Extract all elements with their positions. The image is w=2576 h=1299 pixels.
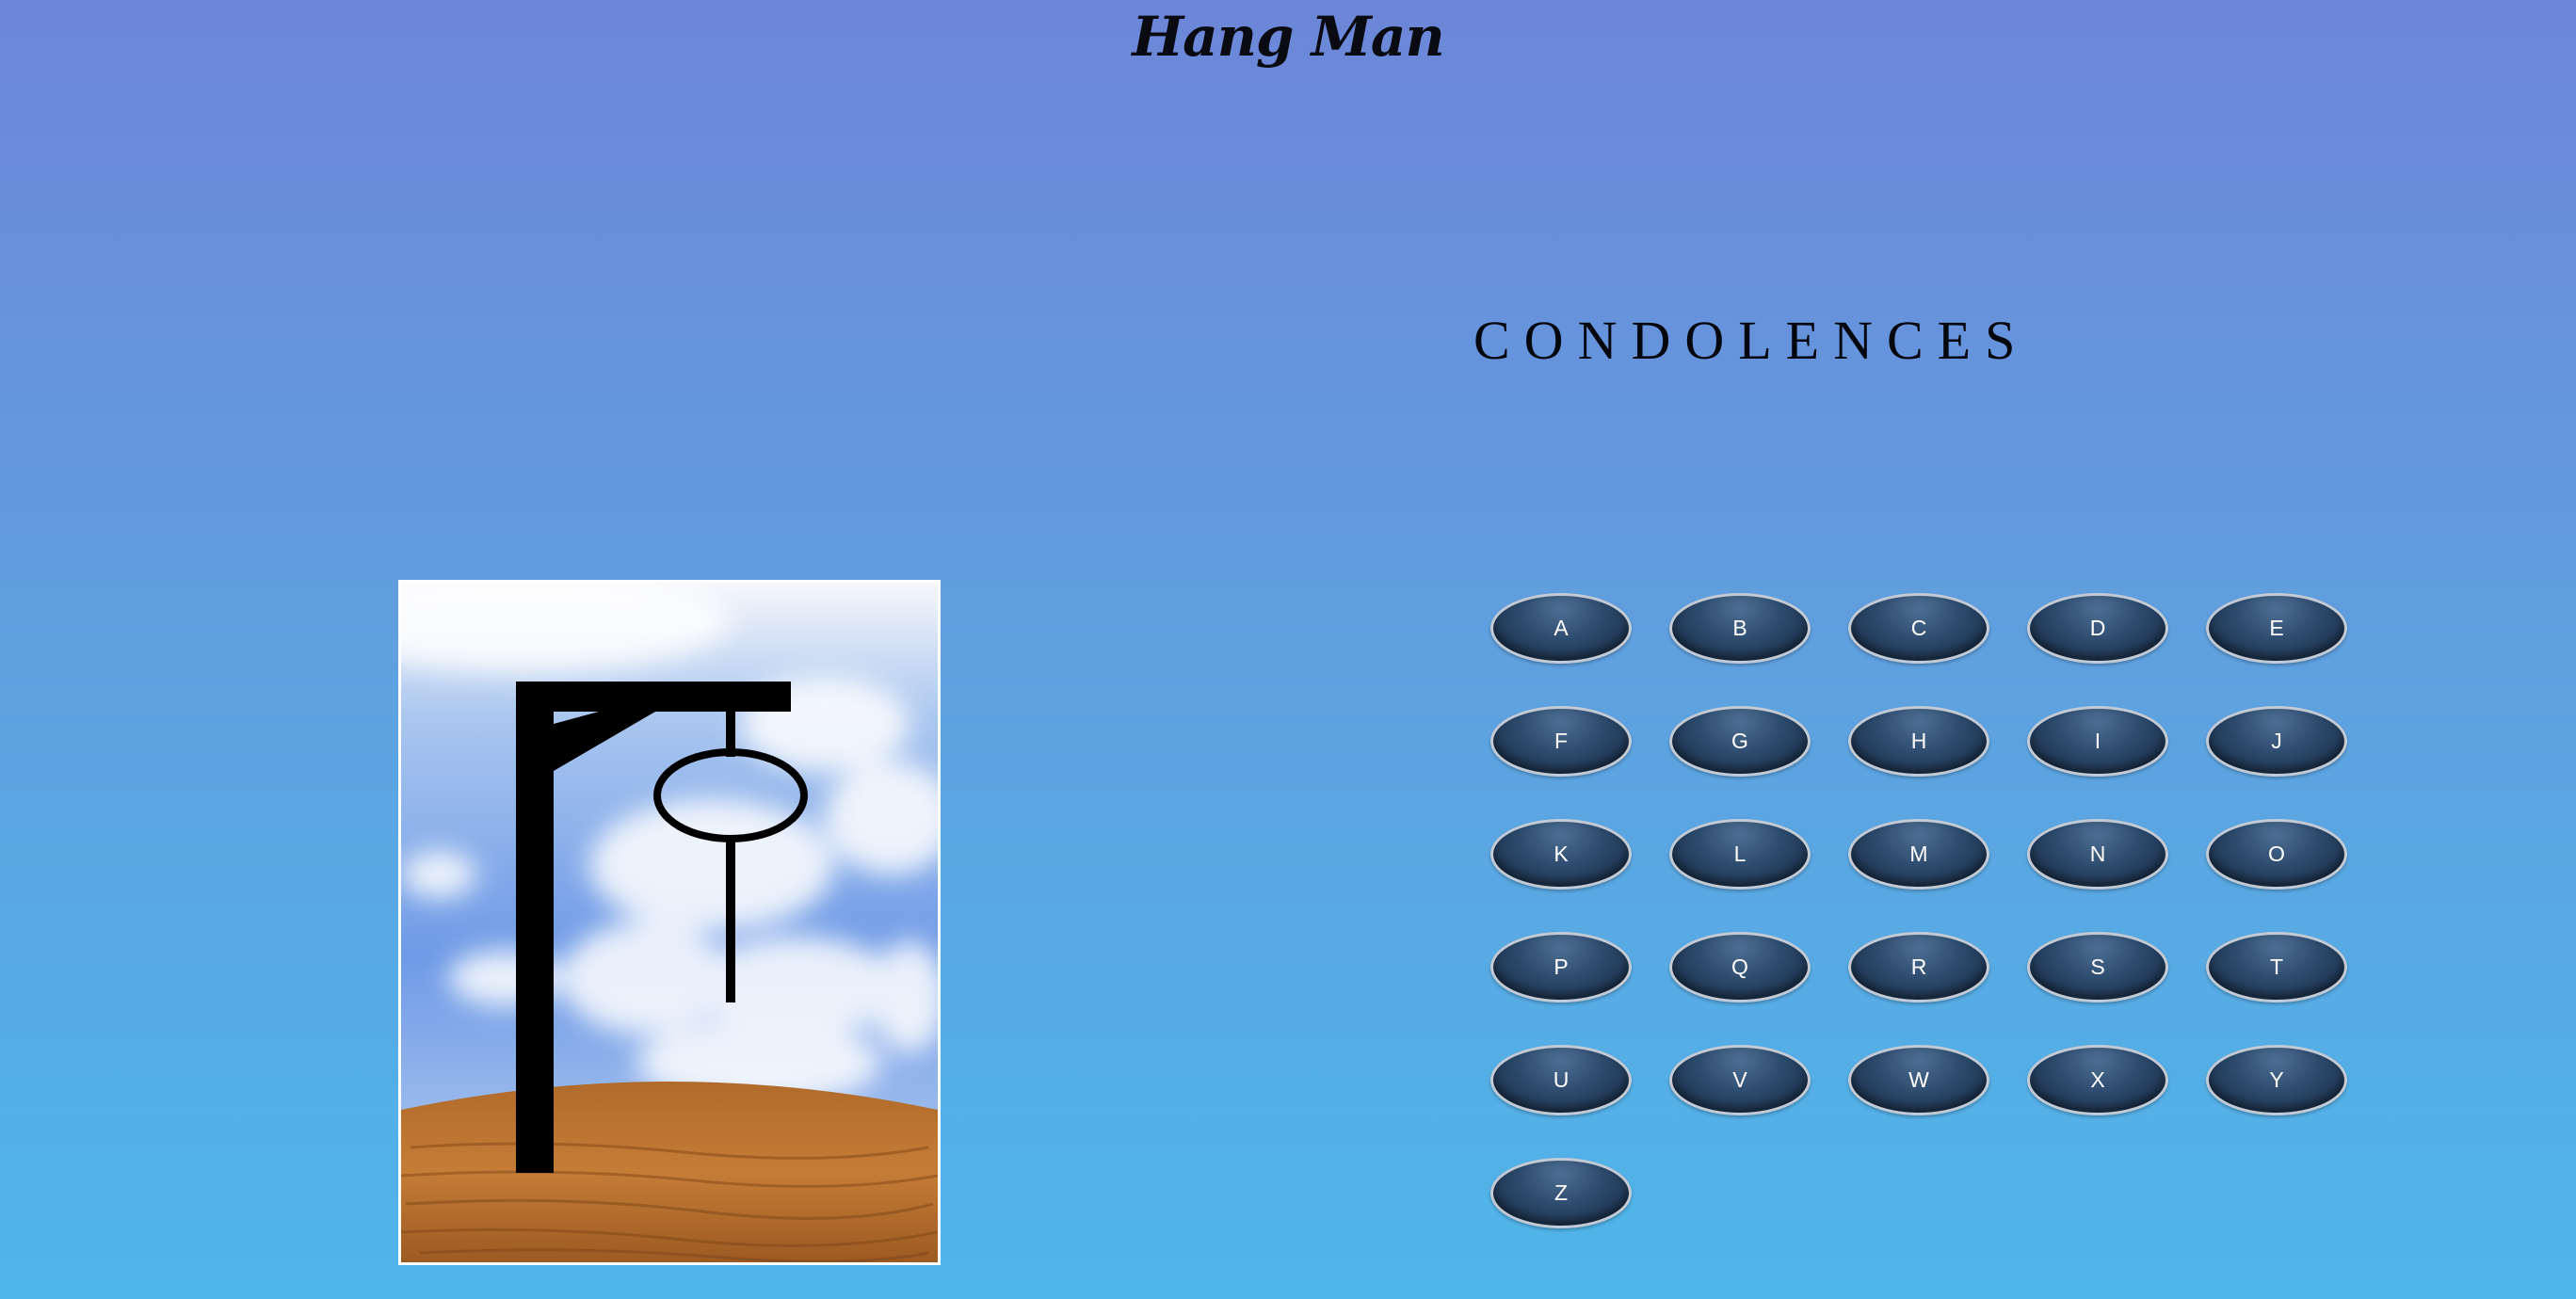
letter-key-b[interactable]: B xyxy=(1669,593,1811,664)
letter-key-n[interactable]: N xyxy=(2027,819,2168,890)
letter-key-g[interactable]: G xyxy=(1669,706,1811,777)
letter-key-s[interactable]: S xyxy=(2027,932,2168,1002)
letter-key-r[interactable]: R xyxy=(1848,932,1989,1002)
letter-key-j[interactable]: J xyxy=(2206,706,2347,777)
letter-key-m[interactable]: M xyxy=(1848,819,1989,890)
letter-keyboard: A B C D E F G H I J K L M N O P Q R S T … xyxy=(1490,593,2347,1228)
letter-key-l[interactable]: L xyxy=(1669,819,1811,890)
letter-key-k[interactable]: K xyxy=(1490,819,1632,890)
letter-key-o[interactable]: O xyxy=(2206,819,2347,890)
letter-key-i[interactable]: I xyxy=(2027,706,2168,777)
letter-key-d[interactable]: D xyxy=(2027,593,2168,664)
letter-key-e[interactable]: E xyxy=(2206,593,2347,664)
letter-key-c[interactable]: C xyxy=(1848,593,1989,664)
letter-key-p[interactable]: P xyxy=(1490,932,1632,1002)
gallows-icon xyxy=(401,583,938,1262)
game-title: Hang Man xyxy=(1132,5,1444,69)
letter-key-q[interactable]: Q xyxy=(1669,932,1811,1002)
letter-key-y[interactable]: Y xyxy=(2206,1045,2347,1115)
letter-key-a[interactable]: A xyxy=(1490,593,1632,664)
letter-key-u[interactable]: U xyxy=(1490,1045,1632,1115)
letter-key-w[interactable]: W xyxy=(1848,1045,1989,1115)
letter-key-z[interactable]: Z xyxy=(1490,1158,1632,1228)
letter-key-t[interactable]: T xyxy=(2206,932,2347,1002)
status-message: CONDOLENCES xyxy=(1473,310,2030,371)
letter-key-h[interactable]: H xyxy=(1848,706,1989,777)
hangman-picture xyxy=(398,580,941,1265)
letter-key-x[interactable]: X xyxy=(2027,1045,2168,1115)
letter-key-f[interactable]: F xyxy=(1490,706,1632,777)
letter-key-v[interactable]: V xyxy=(1669,1045,1811,1115)
